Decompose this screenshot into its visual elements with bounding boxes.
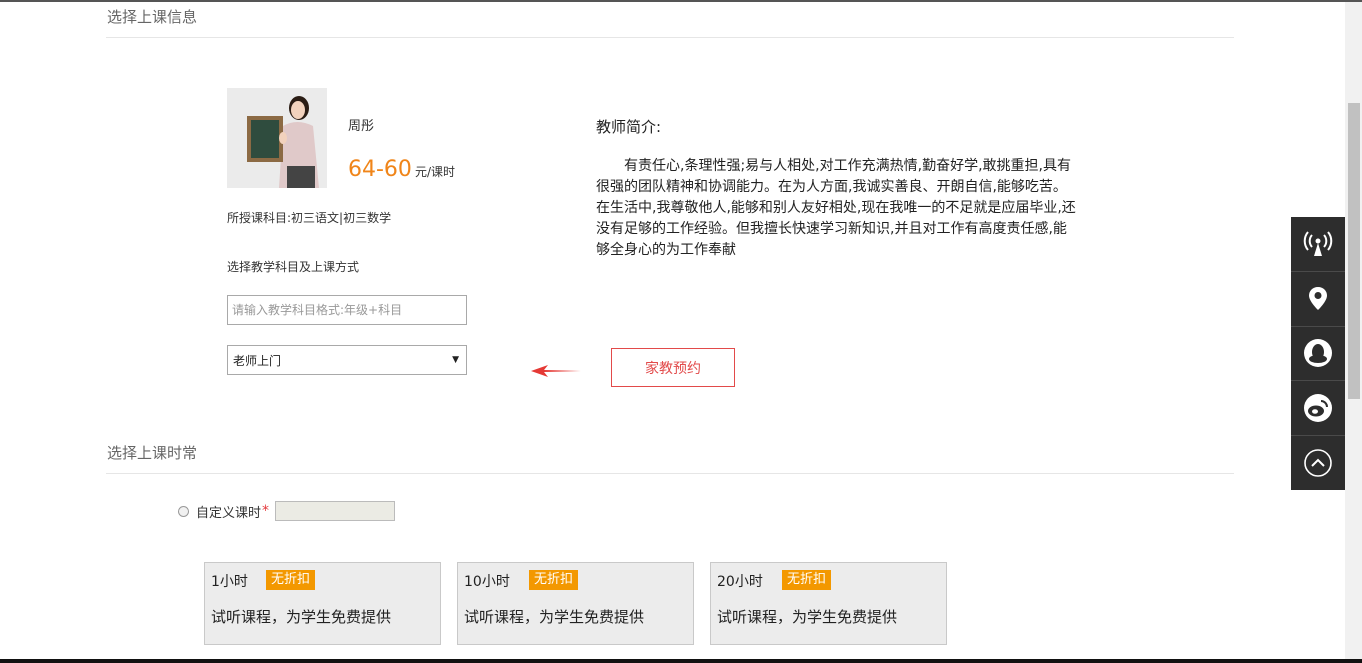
- custom-hours-input[interactable]: [275, 501, 396, 521]
- scrollbar-thumb[interactable]: [1348, 103, 1360, 399]
- package-desc: 试听课程，为学生免费提供: [211, 608, 392, 626]
- teacher-subjects: 所授课科目:初三语文|初三数学: [227, 211, 392, 225]
- location-pin-icon: [1309, 286, 1327, 310]
- qq-penguin-icon: [1304, 339, 1332, 368]
- discount-badge: 无折扣: [529, 570, 579, 590]
- bottom-border: [0, 659, 1362, 663]
- section-divider: [106, 473, 1234, 474]
- package-desc: 试听课程，为学生免费提供: [464, 608, 645, 626]
- caret-down-icon: ▼: [452, 355, 459, 365]
- package-hours: 20小时: [717, 574, 763, 590]
- required-mark: *: [262, 503, 270, 519]
- price-info: 64-60 元/课时: [348, 157, 455, 182]
- package-desc: 试听课程，为学生免费提供: [717, 608, 898, 626]
- section-title-class-info: 选择上课信息: [107, 8, 198, 26]
- custom-hours-label: 自定义课时: [196, 505, 262, 521]
- teaching-mode-value: 老师上门: [233, 353, 282, 368]
- side-back-to-top-button[interactable]: [1291, 436, 1345, 490]
- back-to-top-icon: [1304, 449, 1332, 477]
- package-hours: 1小时: [211, 574, 248, 590]
- package-card-20h[interactable]: 20小时 无折扣 试听课程，为学生免费提供: [710, 562, 947, 645]
- package-card-1h[interactable]: 1小时 无折扣 试听课程，为学生免费提供: [204, 562, 441, 645]
- arrow-left-icon: [531, 365, 581, 377]
- custom-hours-radio[interactable]: [178, 505, 189, 517]
- intro-title: 教师简介:: [596, 118, 662, 136]
- discount-badge: 无折扣: [266, 570, 316, 590]
- side-location-button[interactable]: [1291, 272, 1345, 327]
- discount-badge: 无折扣: [782, 570, 832, 590]
- section-divider: [106, 37, 1234, 38]
- top-border: [0, 0, 1362, 2]
- section-title-class-hours: 选择上课时常: [107, 444, 198, 462]
- weibo-icon: [1304, 394, 1332, 423]
- side-broadcast-button[interactable]: [1291, 217, 1345, 272]
- broadcast-icon: [1303, 231, 1333, 256]
- book-tutor-button[interactable]: 家教预约: [611, 348, 735, 387]
- package-hours: 10小时: [464, 574, 510, 590]
- price-range: 64-60: [348, 157, 412, 182]
- teacher-photo: [227, 88, 327, 188]
- subject-input[interactable]: [227, 295, 467, 325]
- teacher-photo-illustration: [227, 88, 327, 188]
- price-unit: 元/课时: [414, 165, 455, 179]
- intro-text: 有责任心,条理性强;易与人相处,对工作充满热情,勤奋好学,敢挑重担,具有很强的团…: [596, 158, 1076, 258]
- teacher-name: 周彤: [348, 119, 375, 134]
- teaching-mode-select[interactable]: 老师上门 ▼: [227, 345, 467, 375]
- side-qq-button[interactable]: [1291, 327, 1345, 382]
- package-card-10h[interactable]: 10小时 无折扣 试听课程，为学生免费提供: [457, 562, 694, 645]
- choose-subject-label: 选择教学科目及上课方式: [227, 260, 360, 274]
- side-toolbar: [1291, 217, 1345, 490]
- custom-hours-row: 自定义课时 *: [178, 501, 396, 521]
- side-weibo-button[interactable]: [1291, 381, 1345, 437]
